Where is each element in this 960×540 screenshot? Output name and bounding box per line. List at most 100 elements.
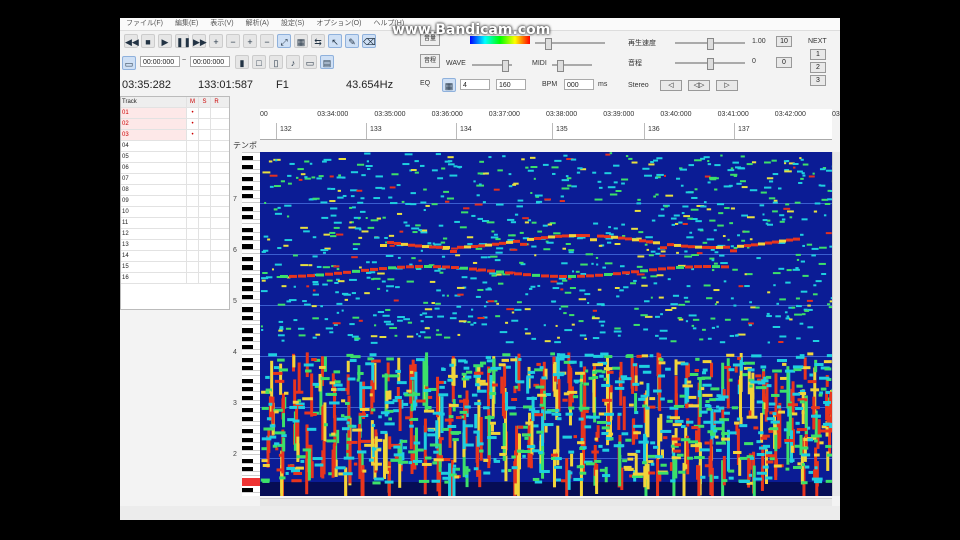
speed-slider[interactable] bbox=[675, 38, 745, 50]
piano-keyboard[interactable] bbox=[242, 152, 261, 496]
wave-slider[interactable] bbox=[472, 60, 512, 72]
piano-white-key[interactable] bbox=[242, 248, 260, 250]
frame-icon[interactable]: □ bbox=[252, 55, 266, 69]
piano-white-key[interactable] bbox=[242, 349, 260, 351]
zoom-fit-icon[interactable]: ⤢ bbox=[277, 34, 291, 48]
piano-white-key[interactable] bbox=[242, 282, 260, 284]
piano-white-key[interactable] bbox=[242, 152, 260, 153]
piano-white-key[interactable] bbox=[242, 252, 260, 254]
piano-white-key[interactable] bbox=[242, 320, 260, 321]
piano-white-key[interactable] bbox=[242, 362, 260, 363]
time-to-field[interactable]: 00:00:000 bbox=[190, 56, 230, 67]
piano-white-key[interactable] bbox=[242, 202, 260, 204]
midi-slider[interactable] bbox=[552, 60, 592, 72]
time-from-field[interactable]: 00:00:000 bbox=[140, 56, 180, 67]
piano-white-key[interactable] bbox=[242, 450, 260, 452]
next-1-button[interactable]: 1 bbox=[810, 49, 826, 60]
menu-item-4[interactable]: 設定(S) bbox=[275, 18, 310, 30]
piano-white-key[interactable] bbox=[242, 181, 260, 183]
piano-white-key[interactable] bbox=[242, 223, 260, 225]
track-row[interactable]: 07 bbox=[121, 174, 229, 185]
next-2-button[interactable]: 2 bbox=[810, 62, 826, 73]
zoom-out-v-icon[interactable]: − bbox=[260, 34, 274, 48]
beat-icon[interactable]: ▦ bbox=[442, 78, 456, 92]
mode-button-2[interactable]: 音程 bbox=[420, 54, 440, 68]
menu-item-2[interactable]: 表示(V) bbox=[204, 18, 239, 30]
stop-icon[interactable]: ■ bbox=[141, 34, 155, 48]
piano-white-key[interactable] bbox=[242, 240, 260, 242]
scale-icon[interactable]: ▤ bbox=[320, 55, 334, 69]
spectrogram-view[interactable] bbox=[260, 152, 832, 496]
piano-white-key[interactable] bbox=[242, 353, 260, 355]
play-icon[interactable]: ▶ bbox=[158, 34, 172, 48]
piano-white-key[interactable] bbox=[242, 269, 260, 271]
piano-white-key[interactable] bbox=[242, 383, 260, 384]
zoom-out-h-icon[interactable]: − bbox=[226, 34, 240, 48]
piano-white-key[interactable] bbox=[242, 441, 260, 443]
piano-white-key[interactable] bbox=[242, 299, 260, 300]
piano-white-key[interactable] bbox=[242, 160, 260, 162]
track-row[interactable]: 11 bbox=[121, 218, 229, 229]
grid-icon[interactable]: ▦ bbox=[294, 34, 308, 48]
track-row[interactable]: 04 bbox=[121, 141, 229, 152]
track-row[interactable]: 10 bbox=[121, 207, 229, 218]
piano-white-key[interactable] bbox=[242, 462, 260, 464]
piano-white-key[interactable] bbox=[242, 231, 260, 233]
vertical-scrollbar[interactable] bbox=[832, 152, 840, 496]
piano-white-key[interactable] bbox=[242, 475, 260, 477]
gain-slider[interactable] bbox=[535, 38, 605, 50]
track-row[interactable]: 01 • bbox=[121, 108, 229, 119]
track-row[interactable]: 16 bbox=[121, 273, 229, 284]
zoom-in-v-icon[interactable]: + bbox=[243, 34, 257, 48]
pen-icon[interactable]: ✎ bbox=[345, 34, 359, 48]
piano-white-key[interactable] bbox=[242, 412, 260, 414]
piano-white-key[interactable] bbox=[242, 189, 260, 191]
rewind-icon[interactable]: ◀◀ bbox=[124, 34, 139, 48]
piano-white-key[interactable] bbox=[242, 303, 260, 305]
pitch-slider[interactable] bbox=[675, 58, 745, 70]
piano-white-key[interactable] bbox=[242, 399, 260, 401]
cursor-icon[interactable]: ↖ bbox=[328, 34, 342, 48]
piano-white-key[interactable] bbox=[242, 273, 260, 275]
menu-item-0[interactable]: ファイル(F) bbox=[120, 18, 169, 30]
beat-field[interactable]: 4 bbox=[460, 79, 490, 90]
piano-white-key[interactable] bbox=[242, 332, 260, 334]
select-region-icon[interactable]: ▭ bbox=[122, 56, 136, 70]
track-row[interactable]: 02 • bbox=[121, 119, 229, 130]
fast-forward-icon[interactable]: ▶▶ bbox=[192, 34, 207, 48]
loop-icon[interactable]: ⇆ bbox=[311, 34, 325, 48]
bpm-field[interactable]: 160 bbox=[496, 79, 526, 90]
piano-white-key[interactable] bbox=[242, 425, 260, 426]
menu-item-1[interactable]: 編集(E) bbox=[169, 18, 204, 30]
piano-white-key[interactable] bbox=[242, 404, 260, 405]
menu-item-5[interactable]: オプション(O) bbox=[310, 18, 367, 30]
zoom-in-h-icon[interactable]: + bbox=[209, 34, 223, 48]
piano-white-key[interactable] bbox=[242, 261, 260, 263]
piano-white-key[interactable] bbox=[242, 290, 260, 292]
pause-icon[interactable]: ❚❚ bbox=[175, 34, 191, 48]
eraser-icon[interactable]: ⌫ bbox=[362, 34, 376, 48]
piano-white-key[interactable] bbox=[242, 374, 260, 376]
track-row[interactable]: 09 bbox=[121, 196, 229, 207]
piano-white-key[interactable] bbox=[242, 311, 260, 313]
piano-white-key[interactable] bbox=[242, 471, 260, 473]
track-row[interactable]: 03 • bbox=[121, 130, 229, 141]
piano-white-key[interactable] bbox=[242, 454, 260, 456]
piano-white-key[interactable] bbox=[242, 173, 260, 174]
piano-white-key[interactable] bbox=[242, 433, 260, 435]
split-icon[interactable]: ▯ bbox=[269, 55, 283, 69]
menu-item-3[interactable]: 解析(A) bbox=[240, 18, 275, 30]
track-row[interactable]: 12 bbox=[121, 229, 229, 240]
track-row[interactable]: 14 bbox=[121, 251, 229, 262]
piano-white-key[interactable] bbox=[242, 420, 260, 422]
piano-white-key[interactable] bbox=[242, 324, 260, 326]
piano-white-key[interactable] bbox=[242, 219, 260, 221]
piano-white-key[interactable] bbox=[242, 168, 260, 170]
piano-white-key[interactable] bbox=[242, 341, 260, 342]
track-row[interactable]: 08 bbox=[121, 185, 229, 196]
track-row[interactable]: 15 bbox=[121, 262, 229, 273]
piano-white-key[interactable] bbox=[242, 391, 260, 393]
bpm-value-field[interactable]: 000 bbox=[564, 79, 594, 90]
piano-white-key[interactable] bbox=[242, 198, 260, 200]
pitch-button[interactable]: 0 bbox=[776, 57, 792, 68]
